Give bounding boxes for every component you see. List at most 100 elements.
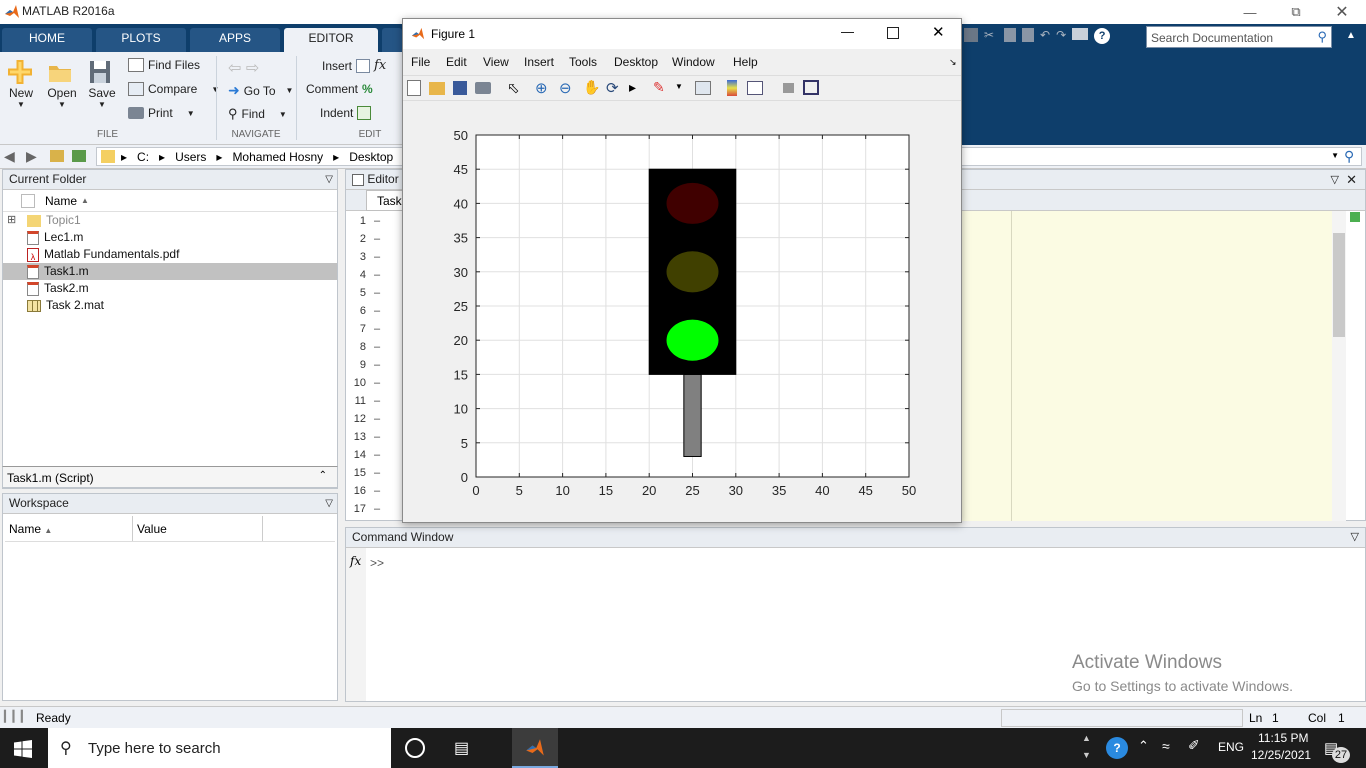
collapse-icon[interactable]: ⌃ bbox=[319, 470, 327, 481]
breakpoint-marker-icon[interactable]: – bbox=[374, 431, 380, 443]
search-icon[interactable]: ⚲ bbox=[1317, 29, 1327, 45]
list-item[interactable]: ⊞ Topic1 bbox=[3, 212, 337, 229]
workspace-name-column[interactable]: Name ▲ bbox=[5, 516, 133, 541]
legend-icon[interactable] bbox=[747, 81, 763, 95]
menu-desktop[interactable]: Desktop bbox=[614, 55, 658, 69]
breakpoint-marker-icon[interactable]: – bbox=[374, 449, 380, 461]
redo-icon[interactable]: ↷ bbox=[1056, 28, 1066, 44]
red-light[interactable] bbox=[666, 182, 719, 224]
comment-button[interactable]: Comment % bbox=[306, 82, 373, 96]
traffic-light-plot[interactable]: 0 5 10 15 20 25 30 35 40 45 50 0 5 10 15 20 25 30 35 40 45 50 bbox=[403, 103, 961, 523]
switch-windows-icon[interactable] bbox=[1072, 28, 1089, 40]
network-icon[interactable]: ≈ bbox=[1162, 738, 1170, 754]
breakpoint-marker-icon[interactable]: – bbox=[374, 467, 380, 479]
open-button[interactable]: Open ▼ bbox=[46, 58, 78, 109]
panel-menu-icon[interactable]: ▽ bbox=[325, 170, 333, 189]
new-button[interactable]: New ▼ bbox=[6, 58, 36, 109]
menu-help[interactable]: Help bbox=[733, 55, 758, 69]
task-view-icon[interactable]: ▤ bbox=[454, 738, 469, 758]
breakpoint-marker-icon[interactable]: – bbox=[374, 215, 380, 227]
go-to-button[interactable]: ➜ Go To ▼ bbox=[228, 82, 293, 99]
path-segment[interactable]: Desktop bbox=[349, 150, 393, 164]
copy-icon[interactable] bbox=[1004, 28, 1016, 42]
close-icon[interactable]: ✕ bbox=[1319, 0, 1365, 24]
minimize-icon[interactable]: — bbox=[1227, 0, 1273, 24]
new-figure-icon[interactable] bbox=[407, 80, 421, 96]
breakpoint-marker-icon[interactable]: – bbox=[374, 287, 380, 299]
save-figure-icon[interactable] bbox=[453, 81, 467, 95]
breakpoint-marker-icon[interactable]: – bbox=[374, 377, 380, 389]
minimize-icon[interactable]: — bbox=[841, 24, 854, 39]
path-segment[interactable]: Mohamed Hosny bbox=[232, 150, 323, 164]
clock-date[interactable]: 12/25/2021 bbox=[1251, 748, 1311, 762]
breakpoint-marker-icon[interactable]: – bbox=[374, 485, 380, 497]
search-folder-icon[interactable]: ⚲ bbox=[1344, 148, 1354, 165]
breakpoint-marker-icon[interactable]: – bbox=[374, 323, 380, 335]
breakpoint-marker-icon[interactable]: – bbox=[374, 305, 380, 317]
save-icon[interactable] bbox=[964, 28, 978, 42]
tab-plots[interactable]: PLOTS bbox=[96, 28, 186, 52]
pole[interactable] bbox=[683, 373, 702, 457]
find-files-button[interactable]: Find Files bbox=[128, 58, 200, 72]
dock-figure-icon[interactable]: ↘ bbox=[949, 57, 957, 68]
breakpoint-marker-icon[interactable]: – bbox=[374, 413, 380, 425]
breakpoint-marker-icon[interactable]: – bbox=[374, 359, 380, 371]
clock-time[interactable]: 11:15 PM bbox=[1258, 731, 1308, 745]
menu-file[interactable]: File bbox=[411, 55, 430, 69]
list-item[interactable]: Task 2.mat bbox=[3, 297, 337, 314]
breakpoint-marker-icon[interactable]: – bbox=[374, 233, 380, 245]
editor-code-area[interactable] bbox=[962, 211, 1334, 521]
tab-apps[interactable]: APPS bbox=[190, 28, 280, 52]
taskbar-search-box[interactable]: ⚲ Type here to search bbox=[48, 728, 391, 768]
menu-insert[interactable]: Insert bbox=[524, 55, 554, 69]
link-plot-icon[interactable] bbox=[695, 81, 711, 95]
zoom-out-icon[interactable]: ⊖ bbox=[559, 79, 572, 97]
menu-view[interactable]: View bbox=[483, 55, 509, 69]
hide-plot-tools-icon[interactable] bbox=[783, 83, 794, 93]
cortana-icon[interactable] bbox=[405, 738, 425, 758]
indent-button[interactable]: Indent bbox=[320, 106, 372, 120]
windows-start-icon[interactable] bbox=[14, 740, 32, 758]
yellow-light[interactable] bbox=[666, 251, 719, 293]
close-editor-icon[interactable]: ✕ bbox=[1346, 170, 1357, 189]
menu-tools[interactable]: Tools bbox=[569, 55, 597, 69]
rotate-3d-icon[interactable]: ⟳ bbox=[606, 79, 619, 97]
panel-menu-icon[interactable]: ▽ bbox=[1351, 528, 1359, 547]
breakpoint-marker-icon[interactable]: – bbox=[374, 251, 380, 263]
undo-icon[interactable]: ↶ bbox=[1040, 28, 1050, 44]
save-button[interactable]: Save ▼ bbox=[86, 58, 118, 109]
up-folder-icon[interactable] bbox=[50, 150, 64, 162]
taskbar-scroll-icon[interactable]: ▲ ▼ bbox=[1082, 730, 1091, 764]
forward-icon[interactable]: ▶ bbox=[26, 148, 37, 165]
list-item[interactable]: Task2.m bbox=[3, 280, 337, 297]
name-column-header[interactable]: Name bbox=[45, 194, 77, 208]
colorbar-icon[interactable] bbox=[727, 80, 737, 96]
menu-edit[interactable]: Edit bbox=[446, 55, 467, 69]
fx-icon[interactable]: fx bbox=[374, 58, 386, 73]
list-item[interactable]: Task1.m bbox=[3, 263, 337, 280]
path-segment[interactable]: C: bbox=[137, 150, 149, 164]
tab-publish[interactable] bbox=[382, 28, 402, 52]
paste-icon[interactable] bbox=[1022, 28, 1034, 42]
browse-folder-icon[interactable] bbox=[72, 150, 86, 162]
breakpoint-marker-icon[interactable]: – bbox=[374, 395, 380, 407]
chevron-down-icon[interactable]: ▼ bbox=[675, 82, 683, 91]
pen-icon[interactable]: ✐ bbox=[1188, 737, 1200, 754]
command-window[interactable]: Command Window ▽ fx >> Activate Windows … bbox=[345, 527, 1366, 702]
tab-home[interactable]: HOME bbox=[2, 28, 92, 52]
restore-icon[interactable]: ⧉ bbox=[1273, 0, 1319, 24]
path-segment[interactable]: Users bbox=[175, 150, 206, 164]
list-item[interactable]: λ Matlab Fundamentals.pdf bbox=[3, 246, 337, 263]
zoom-in-icon[interactable]: ⊕ bbox=[535, 79, 548, 97]
tab-editor[interactable]: EDITOR bbox=[284, 28, 378, 52]
expand-icon[interactable]: ⊞ bbox=[7, 212, 16, 229]
breakpoint-marker-icon[interactable]: – bbox=[374, 503, 380, 515]
breakpoint-marker-icon[interactable]: – bbox=[374, 341, 380, 353]
panel-menu-icon[interactable]: ▽ bbox=[325, 494, 333, 513]
back-icon[interactable]: ◀ bbox=[4, 148, 15, 165]
language-indicator[interactable]: ENG bbox=[1218, 740, 1244, 754]
scrollbar-thumb[interactable] bbox=[1333, 233, 1345, 337]
brush-icon[interactable]: ✎ bbox=[653, 79, 665, 96]
cut-icon[interactable]: ✂ bbox=[984, 28, 998, 44]
open-file-icon[interactable] bbox=[429, 82, 445, 95]
